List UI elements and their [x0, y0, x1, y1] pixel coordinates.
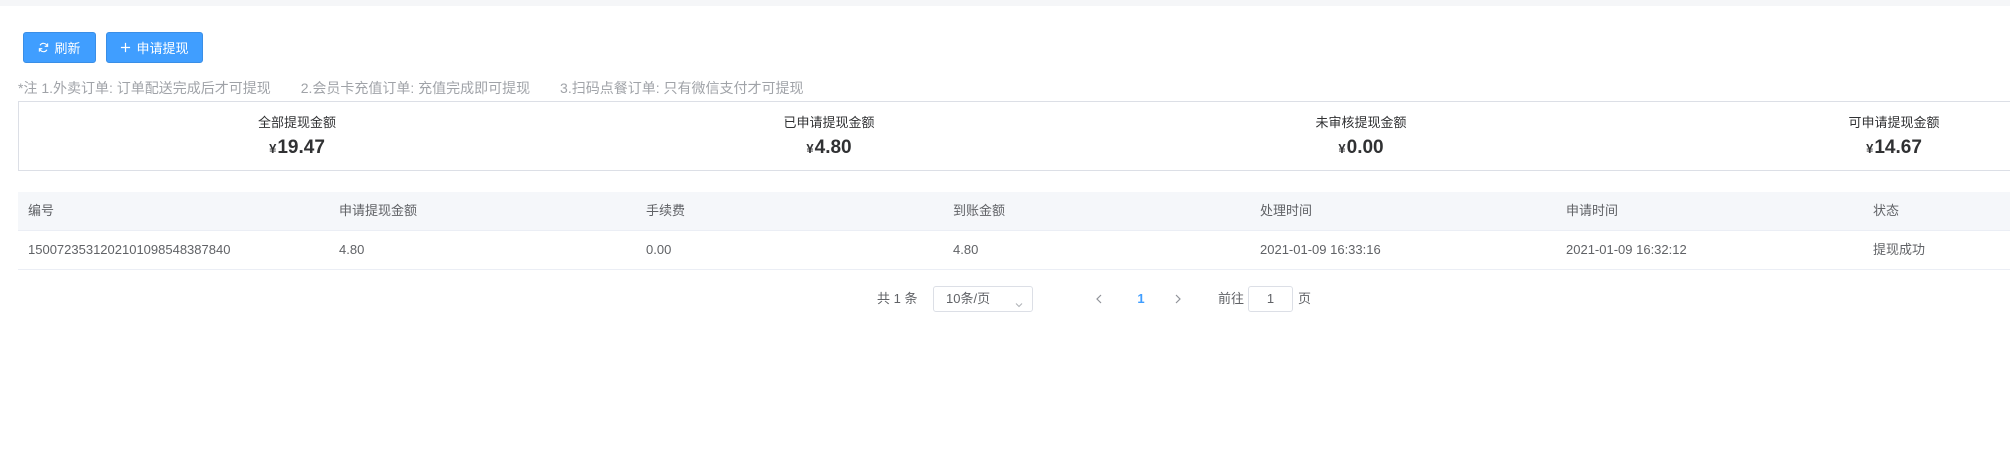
- apply-withdraw-button[interactable]: 申请提现: [106, 32, 203, 63]
- refresh-label: 刷新: [54, 41, 81, 56]
- stat-total-withdraw: 全部提现金额 ¥19.47: [177, 112, 417, 159]
- refresh-button[interactable]: 刷新: [23, 32, 96, 63]
- column-header: 处理时间: [1260, 203, 1313, 218]
- prev-page-button[interactable]: [1095, 284, 1103, 314]
- column-header: 申请提现金额: [339, 203, 418, 218]
- withdraw-notes: *注 1.外卖订单: 订单配送完成后才可提现 2.会员卡充值订单: 充值完成即可…: [18, 78, 830, 98]
- apply-withdraw-label: 申请提现: [136, 41, 189, 56]
- page-number-current[interactable]: 1: [1135, 284, 1147, 314]
- page-size-select[interactable]: 10条/页: [933, 286, 1033, 312]
- pagination-total: 共 1 条: [877, 291, 918, 306]
- pagination: 共 1 条 10条/页 1 前往 1 页: [0, 284, 2010, 314]
- table-cell: 2021-01-09 16:33:16: [1260, 242, 1381, 257]
- stat-applied-withdraw: 已申请提现金额 ¥4.80: [709, 112, 949, 159]
- stat-value: ¥0.00: [1241, 137, 1481, 159]
- chevron-left-icon: [1096, 294, 1102, 304]
- currency-symbol: ¥: [806, 141, 814, 156]
- stat-value: ¥19.47: [177, 137, 417, 159]
- stat-amount: 19.47: [277, 137, 325, 158]
- next-page-button[interactable]: [1174, 284, 1182, 314]
- page-size-value: 10条/页: [946, 291, 991, 306]
- table-cell: 4.80: [339, 242, 365, 257]
- table-cell: 4.80: [953, 242, 979, 257]
- top-strip: [0, 0, 2010, 6]
- table-header: 编号 申请提现金额 手续费 到账金额 处理时间 申请时间 状态: [18, 192, 2010, 231]
- stat-amount: 14.67: [1874, 137, 1922, 158]
- column-header: 编号: [28, 203, 55, 218]
- currency-symbol: ¥: [1338, 141, 1346, 156]
- stat-label: 全部提现金额: [257, 115, 336, 130]
- currency-symbol: ¥: [269, 141, 277, 156]
- stat-amount: 0.00: [1346, 137, 1384, 158]
- withdraw-table: 编号 申请提现金额 手续费 到账金额 处理时间 申请时间 状态 15007235…: [18, 192, 2010, 270]
- column-header: 申请时间: [1566, 203, 1619, 218]
- stat-label: 可申请提现金额: [1848, 115, 1940, 130]
- table-cell: 提现成功: [1873, 242, 1926, 257]
- note-item: 3.扫码点餐订单: 只有微信支付才可提现: [560, 80, 804, 96]
- goto-unit-label: 页: [1298, 291, 1312, 306]
- column-header: 状态: [1873, 203, 1900, 218]
- chevron-right-icon: [1175, 294, 1181, 304]
- stat-available-withdraw: 可申请提现金额 ¥14.67: [1774, 112, 2010, 159]
- stat-value: ¥4.80: [709, 137, 949, 159]
- table-cell: 15007235312021010985483878​40: [28, 242, 231, 257]
- note-item: *注 1.外卖订单: 订单配送完成后才可提现: [18, 80, 271, 96]
- table-row[interactable]: 15007235312021010985483878​40 4.80 0.00 …: [18, 231, 2010, 270]
- stat-pending-review: 未审核提现金额 ¥0.00: [1241, 112, 1481, 159]
- column-header: 手续费: [646, 203, 686, 218]
- stat-label: 未审核提现金额: [1315, 115, 1407, 130]
- stat-label: 已申请提现金额: [783, 115, 875, 130]
- stat-amount: 4.80: [814, 137, 852, 158]
- currency-symbol: ¥: [1866, 141, 1874, 156]
- stat-value: ¥14.67: [1774, 137, 2010, 159]
- table-cell: 0.00: [646, 242, 672, 257]
- note-item: 2.会员卡充值订单: 充值完成即可提现: [300, 80, 531, 96]
- summary-panel: 全部提现金额 ¥19.47 已申请提现金额 ¥4.80 未审核提现金额 ¥0.0…: [18, 101, 2010, 171]
- goto-label: 前往: [1218, 291, 1245, 306]
- plus-icon: [120, 42, 131, 53]
- goto-page-input[interactable]: 1: [1248, 286, 1293, 312]
- chevron-down-icon: [1014, 294, 1024, 318]
- table-cell: 2021-01-09 16:32:12: [1566, 242, 1687, 257]
- column-header: 到账金额: [953, 203, 1006, 218]
- refresh-icon: [38, 42, 49, 53]
